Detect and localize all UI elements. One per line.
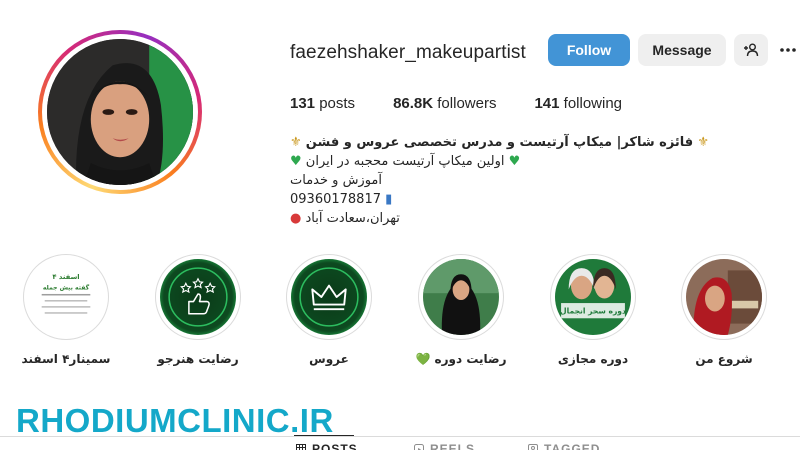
grid-icon bbox=[296, 444, 306, 450]
following-stat[interactable]: 141 following bbox=[534, 95, 622, 112]
avatar-portrait bbox=[47, 39, 193, 185]
highlight-label: سمینار۴ اسفند bbox=[21, 352, 111, 366]
thumbs-up-stars-icon bbox=[160, 259, 236, 335]
bio-location-text: تهران،سعادت آباد bbox=[305, 211, 400, 226]
profile-username: faezehshaker_makeupartist bbox=[290, 42, 526, 63]
seminar-poster-subtitle: گفته بیش جمله bbox=[43, 283, 90, 291]
posts-count: 131 bbox=[290, 95, 316, 112]
fleur-de-lis-icon: ⚜ bbox=[290, 135, 302, 150]
highlight-label: عروس bbox=[309, 352, 349, 366]
bio-services-text: آموزش و خدمات bbox=[290, 173, 383, 188]
highlight-cover[interactable]: دوره سحر انجمال bbox=[550, 254, 636, 340]
followers-count: 86.8K bbox=[393, 95, 434, 112]
avatar-gap bbox=[42, 34, 198, 190]
crown-icon bbox=[291, 259, 367, 335]
profile-avatar-ring[interactable] bbox=[38, 30, 202, 194]
bio-line-services: آموزش و خدمات bbox=[290, 171, 680, 190]
following-count: 141 bbox=[534, 95, 560, 112]
message-button[interactable]: Message bbox=[638, 34, 726, 66]
bio-line-phone: 09360178817 ▮ bbox=[290, 190, 680, 209]
story-highlights: شروع من دوره سحر انجمال دوره مجازی رضایت… bbox=[0, 254, 800, 374]
highlight-item[interactable]: دوره سحر انجمال دوره مجازی bbox=[543, 254, 643, 366]
bio-line-title: ⚜ فائزه شاکر| میکاپ آرتیست و مدرس تخصصی … bbox=[290, 133, 709, 152]
tab-posts-label: POSTS bbox=[312, 442, 358, 450]
tab-reels-label: REELS bbox=[430, 442, 476, 450]
active-tab-indicator bbox=[294, 435, 354, 436]
seminar-poster-title: ۴ اسفند bbox=[52, 273, 79, 281]
highlight-label: رضایت دوره 💚 bbox=[415, 352, 507, 366]
follow-button[interactable]: Follow bbox=[548, 34, 630, 66]
fleur-de-lis-icon: ⚜ bbox=[697, 135, 709, 150]
bio-hijabi-text: اولین میکاپ آرتیست محجبه در ایران bbox=[305, 154, 505, 169]
highlight-cover[interactable] bbox=[155, 254, 241, 340]
highlight-cover[interactable] bbox=[418, 254, 504, 340]
highlight-image bbox=[423, 259, 499, 335]
highlight-cover[interactable] bbox=[286, 254, 372, 340]
bio-line-hijabi: ♥ اولین میکاپ آرتیست محجبه در ایران ♥ bbox=[290, 152, 680, 171]
location-pin-icon: ● bbox=[290, 211, 302, 226]
highlight-item[interactable]: رضایت هنرجو bbox=[148, 254, 248, 366]
tab-reels[interactable]: REELS bbox=[414, 442, 475, 450]
tag-icon bbox=[528, 444, 538, 450]
highlight-image bbox=[160, 259, 236, 335]
suggested-users-button[interactable] bbox=[734, 34, 768, 66]
highlight-item[interactable]: ۴ اسفند گفته بیش جمله سمینار۴ اسفند bbox=[16, 254, 116, 366]
watermark-text: RHODIUMCLINIC.IR bbox=[16, 402, 334, 439]
seminar-poster-icon: ۴ اسفند گفته بیش جمله bbox=[28, 259, 104, 335]
highlight-image: دوره سحر انجمال bbox=[555, 259, 631, 335]
highlight-label: شروع من bbox=[695, 352, 753, 366]
profile-bio: ⚜ فائزه شاکر| میکاپ آرتیست و مدرس تخصصی … bbox=[290, 133, 709, 228]
tab-posts[interactable]: POSTS bbox=[296, 442, 358, 450]
green-heart-icon: ♥ bbox=[508, 154, 521, 169]
posts-label: posts bbox=[319, 95, 356, 112]
green-heart-icon: ♥ bbox=[290, 154, 302, 169]
portrait-photo-icon bbox=[686, 259, 762, 335]
course-poster-icon: دوره سحر انجمال bbox=[555, 259, 631, 335]
course-poster-title: دوره سحر انجمال bbox=[560, 307, 626, 316]
reels-icon bbox=[414, 444, 424, 450]
tabs-divider bbox=[0, 436, 800, 437]
bio-line-location: ● تهران،سعادت آباد bbox=[290, 209, 680, 228]
highlight-item[interactable]: شروع من bbox=[674, 254, 774, 366]
tab-tagged-label: TAGGED bbox=[544, 442, 601, 450]
highlight-label: دوره مجازی bbox=[557, 352, 629, 366]
profile-avatar[interactable] bbox=[47, 39, 193, 185]
highlight-image bbox=[291, 259, 367, 335]
following-label: following bbox=[563, 95, 623, 112]
posts-stat: 131 posts bbox=[290, 95, 355, 112]
bio-title-text: فائزه شاکر| میکاپ آرتیست و مدرس تخصصی عر… bbox=[305, 135, 694, 150]
bio-phone-text: 09360178817 bbox=[290, 192, 381, 207]
highlight-label: رضایت هنرجو bbox=[157, 352, 239, 366]
more-options-button[interactable] bbox=[778, 40, 798, 60]
followers-label: followers bbox=[437, 95, 497, 112]
tab-tagged[interactable]: TAGGED bbox=[528, 442, 600, 450]
highlight-image bbox=[686, 259, 762, 335]
portrait-photo-icon bbox=[423, 259, 499, 335]
highlight-item[interactable]: رضایت دوره 💚 bbox=[411, 254, 511, 366]
more-horizontal-icon bbox=[780, 48, 796, 52]
followers-stat[interactable]: 86.8K followers bbox=[393, 95, 496, 112]
highlight-cover[interactable] bbox=[681, 254, 767, 340]
mobile-phone-icon: ▮ bbox=[385, 192, 393, 207]
add-user-icon bbox=[744, 43, 759, 57]
highlight-item[interactable]: عروس bbox=[279, 254, 379, 366]
highlight-image: ۴ اسفند گفته بیش جمله bbox=[28, 259, 104, 335]
profile-stats: 131 posts 86.8K followers 141 following bbox=[290, 95, 660, 112]
highlight-cover[interactable]: ۴ اسفند گفته بیش جمله bbox=[23, 254, 109, 340]
